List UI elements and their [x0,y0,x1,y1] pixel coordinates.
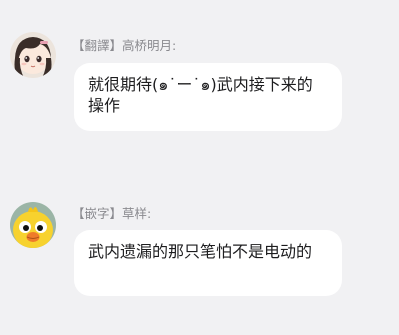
sender-name[interactable]: 【翻譯】高桥明月: [72,35,176,54]
avatar[interactable] [10,202,56,248]
sender-name[interactable]: 【嵌字】草样: [72,203,151,222]
message-bubble[interactable]: 武内遗漏的那只笔怕不是电动的 [74,230,342,296]
yellow-chick-avatar-icon [10,202,56,248]
message-bubble[interactable]: 就很期待(๑˙ー˙๑)武内接下来的操作 [74,63,342,131]
anime-girl-avatar-icon [10,32,56,78]
avatar[interactable] [10,32,56,78]
